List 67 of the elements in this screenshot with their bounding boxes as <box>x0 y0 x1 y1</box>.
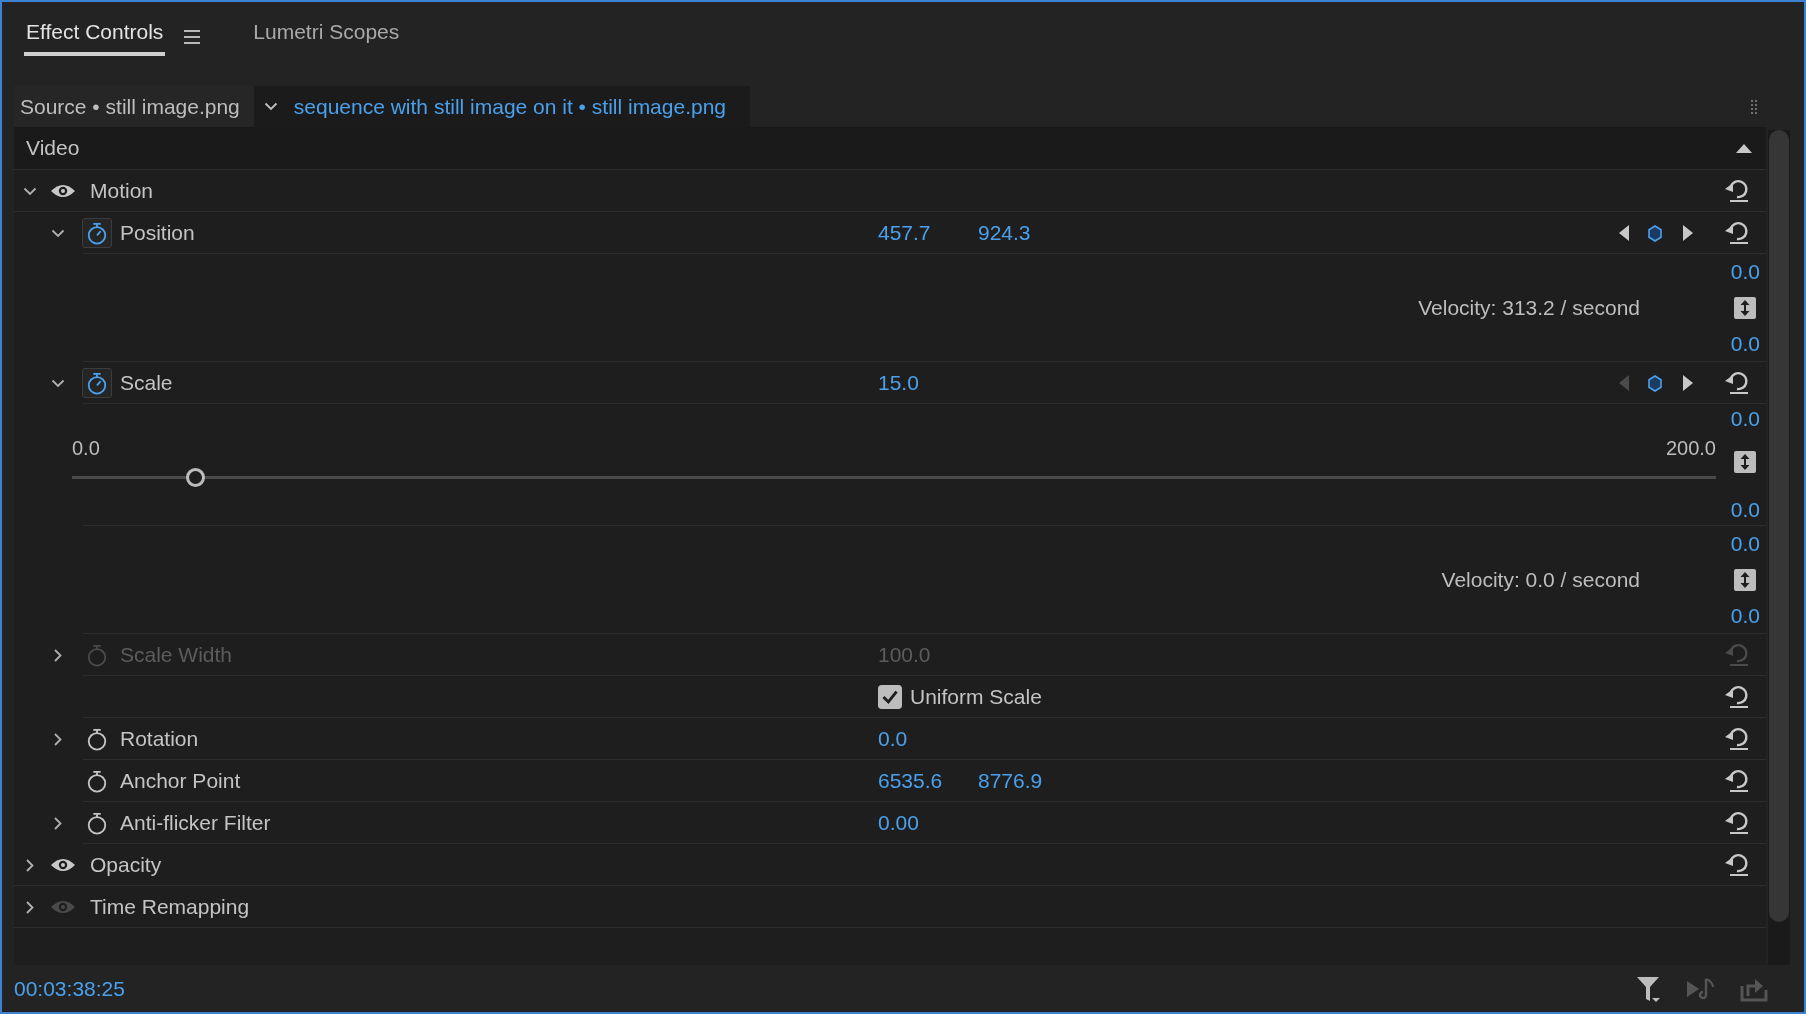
grip-icon[interactable] <box>1750 98 1758 115</box>
panel-tab[interactable]: Effect Controls <box>24 18 166 56</box>
property-name: Scale <box>120 371 173 395</box>
chevron-down-icon <box>263 102 278 111</box>
reset-icon[interactable] <box>1724 221 1750 245</box>
effect-name: Motion <box>90 179 154 203</box>
property-name: Anti-flicker Filter <box>120 811 271 835</box>
checkbox-label: Uniform Scale <box>910 685 1042 709</box>
chevron-down-icon[interactable] <box>51 378 65 388</box>
reset-icon[interactable] <box>1724 769 1750 793</box>
chevron-right-icon[interactable] <box>25 858 35 872</box>
graph-value[interactable]: 0.0 <box>1730 497 1760 522</box>
panel-tab[interactable]: Lumetri Scopes <box>251 18 402 56</box>
chevron-right-icon[interactable] <box>25 900 35 914</box>
timecode[interactable]: 00:03:38:25 <box>14 976 125 1001</box>
graph-value[interactable]: 0.0 <box>1730 407 1760 431</box>
reset-icon[interactable] <box>1724 727 1750 751</box>
stopwatch-icon[interactable] <box>82 368 112 398</box>
number-value[interactable]: 0.0 <box>878 727 978 751</box>
number-value[interactable]: 15.0 <box>878 371 978 395</box>
chevron-right-icon[interactable] <box>53 732 63 746</box>
graph-value[interactable]: 0.0 <box>1730 532 1760 556</box>
eye-icon[interactable] <box>50 857 76 873</box>
up-down-icon[interactable] <box>1734 451 1756 473</box>
chevron-down-icon[interactable] <box>23 186 37 196</box>
stopwatch-icon[interactable] <box>82 218 112 248</box>
number-value[interactable]: 0.00 <box>878 811 978 835</box>
section-label: Video <box>26 136 80 160</box>
number-value[interactable]: 6535.6 <box>878 769 978 793</box>
collapse-arrow-icon[interactable] <box>1736 143 1752 153</box>
graph-value[interactable]: 0.0 <box>1730 332 1760 356</box>
menu-icon[interactable] <box>183 29 202 45</box>
slider-thumb[interactable] <box>186 468 206 487</box>
reset-icon[interactable] <box>1724 853 1750 877</box>
reset-icon[interactable] <box>1724 811 1750 835</box>
sequence-clip-name: sequence with still image on it • still image.png <box>293 94 727 119</box>
slider-max-label: 200.0 <box>1665 436 1716 460</box>
velocity-label: Velocity: 0.0 / second <box>1441 568 1640 592</box>
property-name: Position <box>120 221 195 245</box>
property-name: Scale Width <box>120 643 233 667</box>
graph-value[interactable]: 0.0 <box>1730 260 1760 284</box>
number-value[interactable]: 8776.9 <box>978 769 1078 793</box>
next-keyframe-icon[interactable] <box>1682 374 1694 392</box>
add-keyframe-icon[interactable] <box>1648 224 1662 242</box>
number-value[interactable]: 924.3 <box>978 221 1078 245</box>
reset-icon[interactable] <box>1724 179 1750 203</box>
number-value[interactable]: 457.7 <box>878 221 978 245</box>
velocity-label: Velocity: 313.2 / second <box>1418 296 1640 320</box>
effect-name: Opacity <box>90 853 162 877</box>
previous-keyframe-icon[interactable] <box>1618 224 1630 242</box>
property-name: Rotation <box>120 727 199 751</box>
graph-value[interactable]: 0.0 <box>1730 604 1760 628</box>
up-down-icon[interactable] <box>1734 297 1756 319</box>
effect-name: Time Remapping <box>90 895 250 919</box>
chevron-down-icon[interactable] <box>51 228 65 238</box>
sequence-clip-dropdown[interactable]: sequence with still image on it • still image.png <box>253 86 751 127</box>
reset-icon[interactable] <box>1724 371 1750 395</box>
up-down-icon[interactable] <box>1734 569 1756 591</box>
filter-icon[interactable] <box>1636 974 1662 1003</box>
next-keyframe-icon[interactable] <box>1682 224 1694 242</box>
chevron-right-icon[interactable] <box>53 816 63 830</box>
property-name: Anchor Point <box>120 769 241 793</box>
checkbox[interactable] <box>878 685 902 709</box>
eye-icon[interactable] <box>50 183 76 199</box>
reset-icon[interactable] <box>1724 685 1750 709</box>
slider-min-label: 0.0 <box>72 436 100 460</box>
add-keyframe-icon[interactable] <box>1648 374 1662 392</box>
